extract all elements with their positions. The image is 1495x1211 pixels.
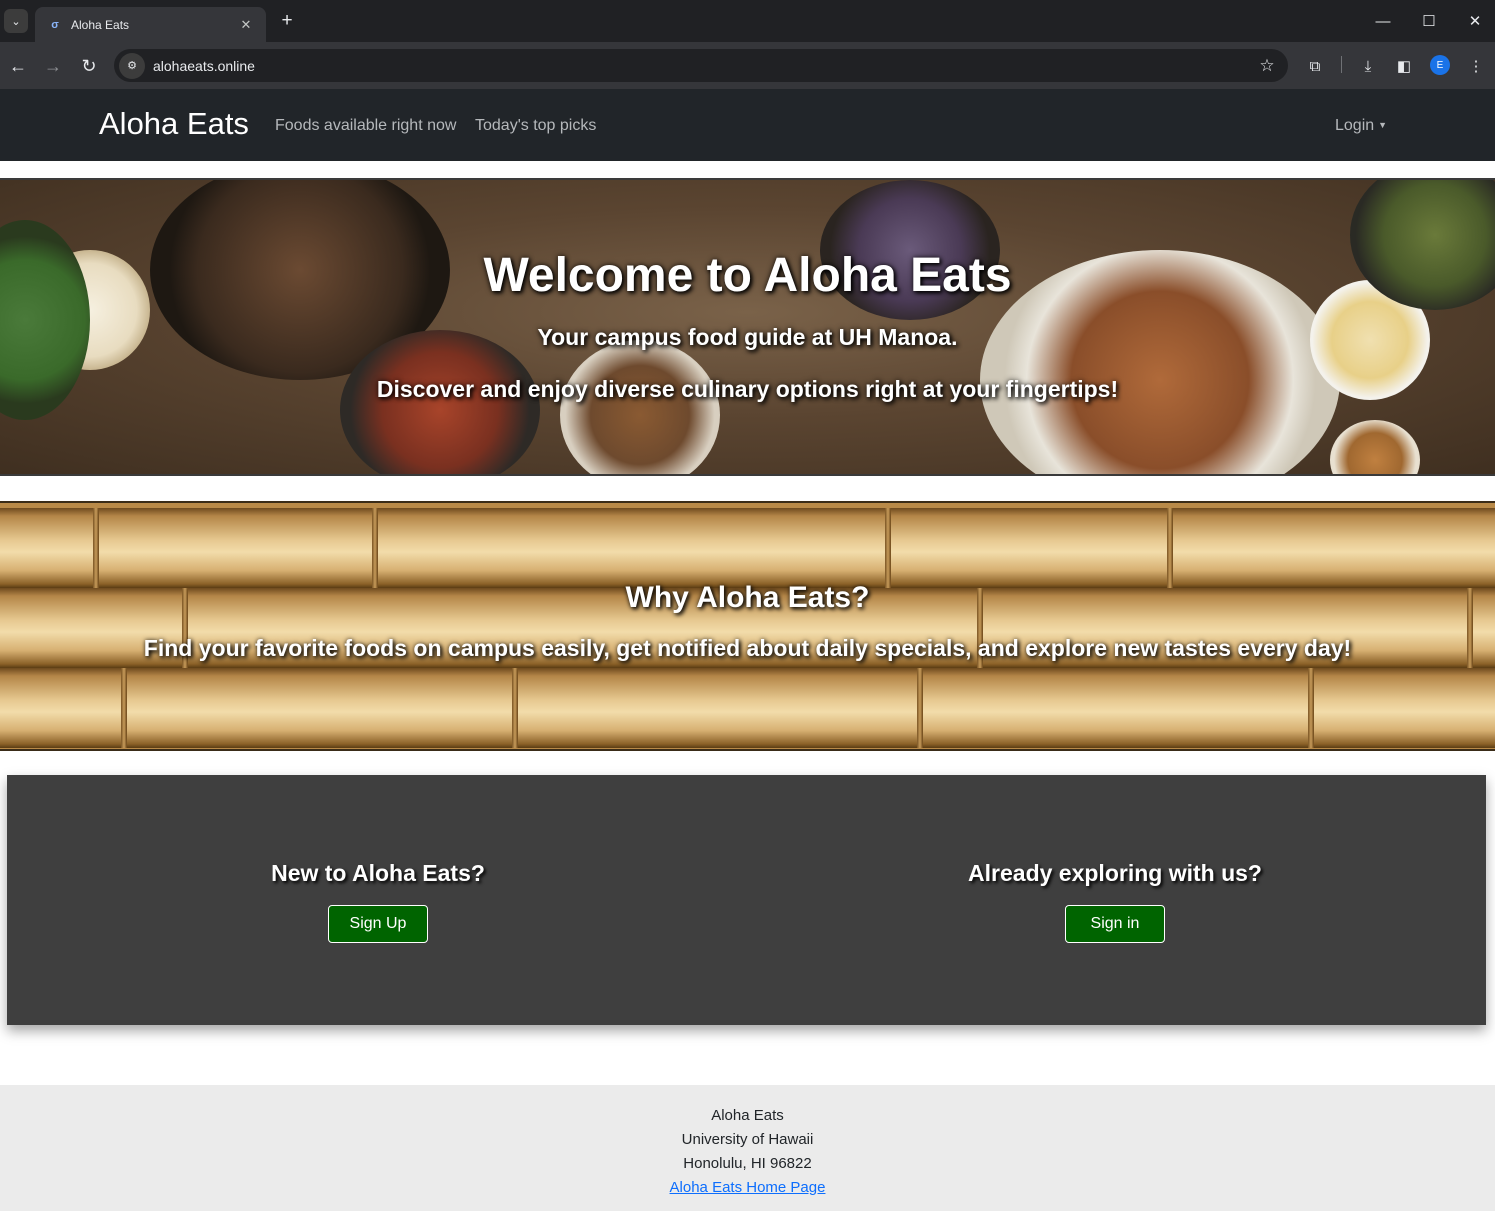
- hero-subheading: Your campus food guide at UH Manoa.: [537, 324, 958, 350]
- bamboo-node: [93, 508, 99, 588]
- reload-icon[interactable]: ↻: [75, 52, 103, 80]
- sign-up-button[interactable]: Sign Up: [328, 905, 428, 943]
- site-info-icon[interactable]: ⚙: [119, 52, 145, 79]
- food-plate-image: [1330, 420, 1420, 474]
- new-tab-button[interactable]: +: [276, 10, 298, 32]
- side-panel-icon[interactable]: ◧: [1392, 54, 1416, 78]
- menu-kebab-icon[interactable]: ⋮: [1464, 54, 1488, 78]
- hero-heading: Welcome to Aloha Eats: [483, 249, 1012, 302]
- minimize-window-icon[interactable]: —: [1368, 8, 1398, 34]
- profile-avatar[interactable]: E: [1430, 55, 1450, 75]
- bamboo-node: [917, 668, 923, 748]
- sign-in-button[interactable]: Sign in: [1065, 905, 1165, 943]
- bamboo-node: [512, 668, 518, 748]
- signin-column: Already exploring with us? Sign in: [915, 860, 1315, 943]
- nav-link-top-picks[interactable]: Today's top picks: [475, 117, 596, 135]
- footer-line-university: University of Hawaii: [681, 1131, 814, 1148]
- why-text: Find your favorite foods on campus easil…: [143, 635, 1352, 661]
- signup-column: New to Aloha Eats? Sign Up: [178, 860, 578, 943]
- address-url[interactable]: alohaeats.online: [153, 58, 1252, 74]
- hero-tagline: Discover and enjoy diverse culinary opti…: [376, 376, 1119, 402]
- login-label: Login: [1335, 117, 1375, 134]
- footer: Aloha Eats University of Hawaii Honolulu…: [0, 1085, 1495, 1211]
- browser-toolbar: ← → ↻ ⚙ alohaeats.online ☆ ⧉ ⤓ ◧ ⋮: [0, 42, 1495, 89]
- why-heading: Why Aloha Eats?: [625, 581, 870, 614]
- tab-close-icon[interactable]: ✕: [238, 17, 254, 33]
- tab-title: Aloha Eats: [71, 17, 130, 32]
- bamboo-node: [1308, 668, 1314, 748]
- auth-panel: New to Aloha Eats? Sign Up Already explo…: [7, 775, 1486, 1025]
- bookmark-star-icon[interactable]: ☆: [1252, 56, 1282, 76]
- footer-line-address: Honolulu, HI 96822: [683, 1155, 812, 1172]
- bamboo-stalk: [0, 668, 1495, 748]
- browser-tabstrip: ⌄ σ Aloha Eats ✕ + — ☐ ✕: [0, 0, 1495, 42]
- site-favicon-icon: σ: [51, 18, 59, 31]
- bamboo-node: [121, 668, 127, 748]
- food-plate-image: [340, 330, 540, 474]
- nav-link-foods-now[interactable]: Foods available right now: [275, 117, 456, 135]
- toolbar-separator: [1341, 56, 1342, 73]
- site-navbar: Aloha Eats Foods available right now Tod…: [0, 89, 1495, 161]
- bamboo-node: [372, 508, 378, 588]
- login-dropdown[interactable]: Login ▼: [1335, 117, 1387, 135]
- caret-down-icon: ▼: [1378, 120, 1388, 130]
- tab-search-chevron-icon[interactable]: ⌄: [4, 9, 28, 33]
- bamboo-stalk: [0, 508, 1495, 588]
- brand-logo-text[interactable]: Aloha Eats: [99, 106, 249, 142]
- food-plate-image: [560, 340, 720, 474]
- hero-banner: Welcome to Aloha Eats Your campus food g…: [0, 178, 1495, 476]
- close-window-icon[interactable]: ✕: [1460, 8, 1490, 34]
- downloads-icon[interactable]: ⤓: [1356, 54, 1380, 78]
- address-bar[interactable]: ⚙ alohaeats.online ☆: [114, 49, 1288, 82]
- footer-home-link[interactable]: Aloha Eats Home Page: [670, 1179, 826, 1196]
- extensions-icon[interactable]: ⧉: [1303, 54, 1327, 78]
- footer-line-name: Aloha Eats: [711, 1107, 784, 1124]
- signin-heading: Already exploring with us?: [968, 860, 1262, 886]
- browser-tab[interactable]: σ Aloha Eats ✕: [35, 7, 266, 42]
- bamboo-node: [1167, 508, 1173, 588]
- maximize-window-icon[interactable]: ☐: [1414, 8, 1444, 34]
- back-arrow-icon[interactable]: ←: [4, 52, 32, 80]
- why-section: Why Aloha Eats? Find your favorite foods…: [0, 501, 1495, 751]
- bamboo-node: [885, 508, 891, 588]
- signup-heading: New to Aloha Eats?: [271, 860, 485, 886]
- forward-arrow-icon[interactable]: →: [39, 52, 67, 80]
